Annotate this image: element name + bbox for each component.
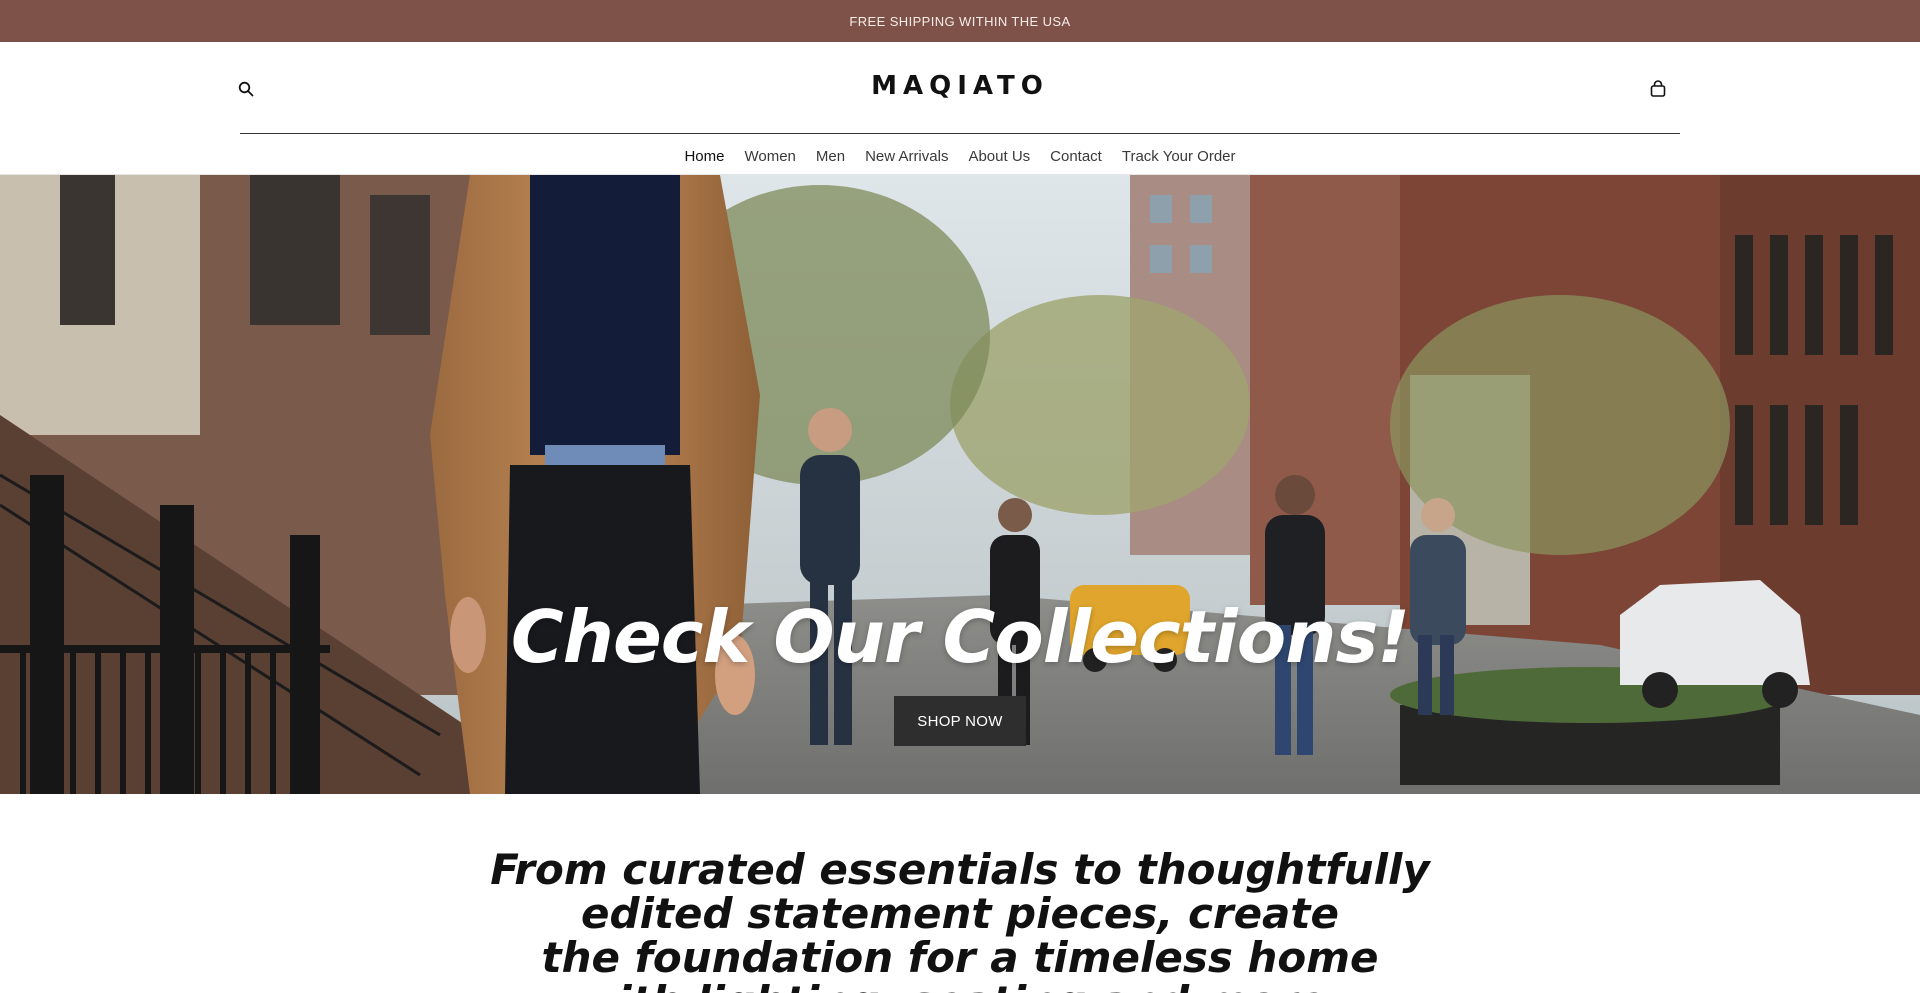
shop-now-button[interactable]: SHOP NOW [894,696,1026,746]
nav-item-contact[interactable]: Contact [1040,148,1112,165]
nav-item-new-arrivals[interactable]: New Arrivals [855,148,958,165]
announcement-text: FREE SHIPPING WITHIN THE USA [849,13,1071,29]
shopping-bag-icon [1650,80,1666,97]
nav-item-women[interactable]: Women [734,148,805,165]
nav-item-track-order[interactable]: Track Your Order [1112,148,1246,165]
intro-statement: From curated essentials to thoughtfully … [460,848,1460,993]
nav-item-about-us[interactable]: About Us [958,148,1040,165]
intro-line: edited statement pieces, create [581,889,1339,938]
main-nav: Home Women Men New Arrivals About Us Con… [0,142,1920,170]
search-button[interactable] [234,77,258,101]
nav-item-home[interactable]: Home [674,148,734,165]
announcement-bar: FREE SHIPPING WITHIN THE USA [0,0,1920,42]
intro-line: with lighting, seating and more. [460,980,1460,993]
site-logo[interactable]: MAQIATO [760,64,1160,108]
site-header: MAQIATO Home Women Men New Arrivals Abou… [0,42,1920,175]
cart-button[interactable] [1646,77,1670,101]
intro-line: From curated essentials to thoughtfully [490,845,1430,894]
hero-banner: Check Our Collections! SHOP NOW [0,175,1920,794]
header-divider [240,133,1680,134]
hero-title: Check Our Collections! [510,595,1410,679]
search-icon [238,81,254,97]
intro-line: the foundation for a timeless home [541,933,1379,982]
nav-item-men[interactable]: Men [806,148,855,165]
